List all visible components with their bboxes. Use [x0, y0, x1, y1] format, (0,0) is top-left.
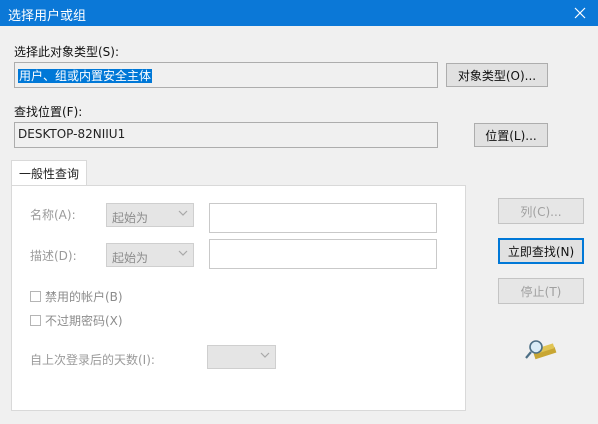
- window-title: 选择用户或组: [8, 9, 87, 24]
- days-since-logon-label: 自上次登录后的天数(I):: [30, 353, 155, 367]
- stop-button[interactable]: 停止(T): [498, 278, 584, 304]
- chevron-down-icon: [178, 210, 188, 216]
- chevron-down-icon: [178, 250, 188, 256]
- non-expiring-password-checkbox[interactable]: 不过期密码(X): [30, 312, 123, 329]
- location-field: DESKTOP-82NIIU1: [14, 122, 438, 148]
- object-types-button[interactable]: 对象类型(O)...: [446, 63, 548, 87]
- select-users-groups-dialog: 选择用户或组 选择此对象类型(S): 用户、组或内置安全主体 对象类型(O)..…: [0, 0, 598, 424]
- common-queries-panel: 名称(A): 起始为 描述(D): 起始为 禁用的帐户(B) 不过期密码(X) …: [11, 185, 466, 411]
- description-mode-select[interactable]: 起始为: [106, 243, 194, 267]
- days-since-logon-select[interactable]: [207, 345, 276, 369]
- object-type-field[interactable]: 用户、组或内置安全主体: [14, 62, 438, 88]
- description-mode-value: 起始为: [112, 251, 149, 265]
- location-value: DESKTOP-82NIIU1: [18, 127, 126, 141]
- name-mode-value: 起始为: [112, 211, 149, 225]
- locations-button[interactable]: 位置(L)...: [474, 123, 548, 147]
- name-label: 名称(A):: [30, 208, 76, 222]
- checkbox-box: [30, 315, 41, 326]
- find-search-icon: [525, 340, 557, 360]
- object-type-value: 用户、组或内置安全主体: [18, 69, 153, 83]
- checkbox-box: [30, 291, 41, 302]
- location-label: 查找位置(F):: [14, 105, 83, 119]
- name-input[interactable]: [209, 203, 437, 233]
- non-expiring-password-label: 不过期密码(X): [45, 314, 123, 328]
- disabled-accounts-checkbox[interactable]: 禁用的帐户(B): [30, 288, 123, 305]
- title-bar: 选择用户或组: [0, 0, 598, 26]
- columns-button[interactable]: 列(C)...: [498, 198, 584, 224]
- chevron-down-icon: [260, 352, 270, 358]
- description-label: 描述(D):: [30, 249, 77, 263]
- find-now-button[interactable]: 立即查找(N): [498, 238, 584, 264]
- name-mode-select[interactable]: 起始为: [106, 203, 194, 227]
- disabled-accounts-label: 禁用的帐户(B): [45, 290, 123, 304]
- object-type-label: 选择此对象类型(S):: [14, 45, 120, 59]
- tab-common-queries[interactable]: 一般性查询: [11, 160, 87, 186]
- close-icon[interactable]: [562, 0, 598, 26]
- description-input[interactable]: [209, 239, 437, 269]
